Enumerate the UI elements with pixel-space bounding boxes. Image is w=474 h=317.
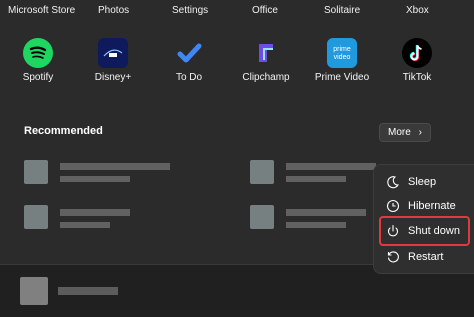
pinned-app-to-do[interactable]: To Do xyxy=(153,38,225,90)
shut-down-highlight xyxy=(379,216,470,246)
prime-video-logo-text: prime video xyxy=(333,46,351,61)
recommended-item-icon[interactable] xyxy=(24,160,48,184)
app-label: TikTok xyxy=(402,72,432,83)
recommended-item-icon[interactable] xyxy=(250,160,274,184)
more-button-label: More xyxy=(388,127,411,138)
recommended-item-name[interactable] xyxy=(286,209,366,216)
user-avatar[interactable] xyxy=(20,277,48,305)
recommended-heading: Recommended xyxy=(24,125,103,137)
power-menu-label: Sleep xyxy=(408,176,437,188)
app-label: Prime Video xyxy=(314,72,370,83)
pinned-apps-top-row: Microsoft Store Photos Settings Office S… xyxy=(0,0,474,24)
more-button[interactable]: More › xyxy=(379,123,431,142)
pinned-app-settings[interactable]: Settings xyxy=(172,5,208,16)
power-menu-label: Hibernate xyxy=(408,200,456,212)
pinned-app-clipchamp[interactable]: Clipchamp xyxy=(230,38,302,90)
recommended-item-time xyxy=(60,176,130,182)
todo-icon xyxy=(174,38,204,68)
recommended-item-name[interactable] xyxy=(286,163,376,170)
user-name[interactable] xyxy=(58,287,118,295)
pinned-app-photos[interactable]: Photos xyxy=(98,5,129,16)
recommended-item-time xyxy=(60,222,110,228)
pinned-app-microsoft-store[interactable]: Microsoft Store xyxy=(8,5,75,16)
app-label: To Do xyxy=(175,72,203,83)
power-menu-restart[interactable]: Restart xyxy=(386,250,443,268)
recommended-item-name[interactable] xyxy=(60,209,130,216)
clock-icon xyxy=(386,199,400,213)
clipchamp-icon xyxy=(251,38,281,68)
recommended-item-icon[interactable] xyxy=(250,205,274,229)
restart-icon xyxy=(387,251,399,263)
recommended-item-icon[interactable] xyxy=(24,205,48,229)
spotify-icon xyxy=(23,38,53,68)
pinned-app-prime-video[interactable]: prime video Prime Video xyxy=(306,38,378,90)
disney-plus-icon xyxy=(98,38,128,68)
app-label: Disney+ xyxy=(94,72,132,83)
pinned-app-tiktok[interactable]: TikTok xyxy=(381,38,453,90)
pinned-app-spotify[interactable]: Spotify xyxy=(2,38,74,90)
tiktok-icon xyxy=(402,38,432,68)
power-menu-sleep[interactable]: Sleep xyxy=(386,175,436,193)
prime-video-icon: prime video xyxy=(327,38,357,68)
recommended-item-time xyxy=(286,176,346,182)
pinned-app-xbox[interactable]: Xbox xyxy=(406,5,429,16)
power-menu-hibernate[interactable]: Hibernate xyxy=(386,199,456,217)
moon-icon xyxy=(387,176,399,189)
pinned-app-solitaire[interactable]: Solitaire xyxy=(324,5,360,16)
recommended-item-time xyxy=(286,222,346,228)
pinned-app-office[interactable]: Office xyxy=(252,5,278,16)
recommended-item-name[interactable] xyxy=(60,163,170,170)
app-label: Clipchamp xyxy=(242,72,290,83)
app-label: Spotify xyxy=(22,72,54,83)
chevron-right-icon: › xyxy=(418,127,422,138)
power-menu-label: Restart xyxy=(408,251,444,263)
pinned-app-disney-plus[interactable]: Disney+ xyxy=(77,38,149,90)
